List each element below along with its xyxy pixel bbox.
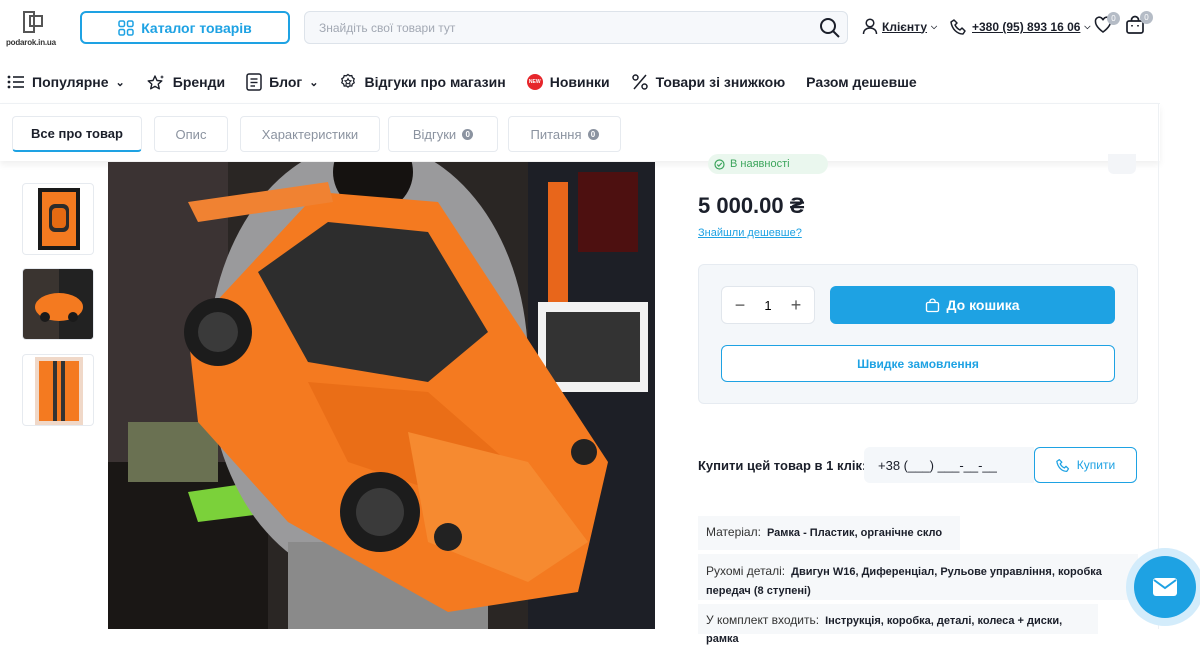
phone-menu[interactable]: +380 (95) 893 16 06 ⌵ [950,18,1091,36]
one-click-phone-input[interactable] [864,447,1034,483]
tab-specs[interactable]: Характеристики [240,116,380,152]
nav-label: Блог [269,74,303,90]
nav-item-brands[interactable]: Бренди [146,74,225,90]
questions-count-badge: 0 [587,128,599,140]
chevron-down-icon: ⌄ [309,76,319,89]
nav-item-discounts[interactable]: Товари зі знижкою [631,73,786,91]
nav-label: Популярне [32,74,109,90]
chevron-down-icon: ⌵ [1084,22,1091,31]
compare-button[interactable] [1108,154,1136,174]
product-tabs: Все про товар Опис Характеристики Відгук… [0,103,1160,161]
phone-icon [950,19,966,35]
thumb-frame-rear-image [35,357,83,425]
site-logo[interactable]: podarok.in.ua [6,10,64,50]
tab-all-about[interactable]: Все про товар [12,116,142,152]
quantity-input[interactable] [753,297,783,313]
nav-label: Бренди [172,74,226,90]
cart-button[interactable]: 0 [1125,11,1153,40]
check-circle-icon [714,158,725,170]
stars-icon [147,75,164,90]
chevron-down-icon: ⌄ [115,76,125,89]
product-thumbnail[interactable] [22,354,94,426]
quick-order-button[interactable]: Швидке замовлення [721,345,1115,382]
chat-widget-button[interactable] [1126,548,1200,626]
nav-label: Відгуки про магазин [364,74,506,90]
product-main-image[interactable] [108,162,655,629]
spec-row: Рухомі деталі: Двигун W16, Диференціал, Р… [698,554,1138,600]
tab-label: Питання [530,126,582,142]
logo-mark-icon [23,11,43,33]
tab-reviews[interactable]: Відгуки 0 [388,116,498,152]
lego-porsche-photo-image [108,162,655,629]
review-icon [341,73,356,88]
logo-text: podarok.in.ua [6,38,56,47]
catalog-label: Каталог товарів [141,19,252,36]
tab-description[interactable]: Опис [154,116,228,152]
found-cheaper-link[interactable]: Знайшли дешевше? [698,227,802,239]
nav-item-popular[interactable]: Популярне ⌄ [7,74,125,90]
tab-label: Опис [175,126,207,142]
spec-key: Матеріал: [706,525,761,539]
buy-label: Купити [1076,458,1116,472]
spec-key: Рухомі деталі: [706,564,786,578]
chat-button-inner [1134,556,1196,618]
tab-questions[interactable]: Питання 0 [508,116,621,152]
percent-icon [631,74,648,90]
thumb-framed-car-image [38,188,80,250]
nav-item-blog[interactable]: Блог ⌄ [246,73,318,91]
spec-row: Матеріал: Рамка - Пластик, органічне скло [698,516,960,550]
one-click-label: Купити цей товар в 1 клік: [698,458,867,473]
reviews-count-badge: 0 [462,128,474,140]
nav-item-reviews[interactable]: Відгуки про магазин [339,73,506,91]
list-icon [7,75,24,89]
stock-status-badge: В наявності [708,154,828,174]
nav-item-bundle[interactable]: Разом дешевше [806,74,917,90]
tab-label: Характеристики [261,126,359,142]
product-thumbnail[interactable] [22,183,94,255]
wishlist-count-badge: 0 [1107,12,1120,25]
main-nav: Популярне ⌄ Бренди Блог ⌄ Відгуки про ма… [0,62,1160,102]
phone-icon [1056,458,1069,472]
nav-label: Товари зі знижкою [655,74,786,90]
nav-label: Новинки [549,74,610,90]
user-icon [862,18,878,35]
chevron-down-icon: ⌵ [931,21,938,31]
add-to-cart-label: До кошика [946,297,1020,313]
search-box [304,11,848,44]
spec-row: У комплект входить: Інструкція, коробка, … [698,604,1098,645]
purchase-box: − + До кошика Швидке замовлення [698,264,1138,404]
stock-status-text: В наявності [730,158,790,170]
add-to-cart-button[interactable]: До кошика [830,286,1115,324]
client-menu[interactable]: Клієнту ⌵ [862,18,937,35]
site-header: podarok.in.ua Каталог товарів Клієнту ⌵ … [0,0,1160,56]
plus-icon[interactable]: + [788,295,804,316]
one-click-buy-button[interactable]: Купити [1034,447,1137,483]
mail-icon [1153,578,1177,596]
client-label: Клієнту [882,19,928,34]
product-info-panel: В наявності 5 000.00 ₴ Знайшли дешевше? … [678,154,1158,645]
document-icon [246,73,262,91]
search-input[interactable] [319,12,799,43]
new-badge-icon: NEW [526,74,543,90]
spec-value: Рамка - Пластик, органічне скло [766,527,943,539]
nav-label: Разом дешевше [806,74,917,90]
minus-icon[interactable]: − [732,295,748,316]
catalog-button[interactable]: Каталог товарів [80,11,290,44]
spec-key: У комплект входить: [706,613,820,627]
tab-label: Відгуки [412,126,457,142]
phone-number: +380 (95) 893 16 06 [972,20,1081,34]
quantity-stepper: − + [721,286,815,324]
search-icon[interactable] [819,17,841,39]
wishlist-button[interactable]: 0 [1094,12,1120,39]
product-thumbnail[interactable] [22,268,94,340]
cart-count-badge: 0 [1140,11,1153,24]
thumb-car-photo-image [23,269,93,339]
grid-icon [118,19,134,36]
quick-order-label: Швидке замовлення [857,356,979,371]
bag-icon [926,298,940,312]
product-price: 5 000.00 ₴ [698,193,805,218]
nav-item-new[interactable]: NEW Новинки [526,74,610,90]
tab-label: Все про товар [31,126,123,141]
